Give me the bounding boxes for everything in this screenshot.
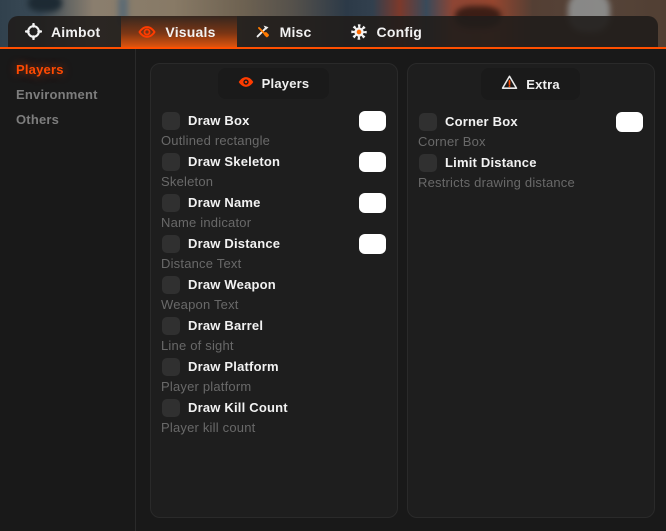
row-description: Skeleton (161, 172, 386, 192)
extra-panel-header: Extra (481, 68, 580, 100)
extra-rows: Corner Box Corner Box Limit Distance Res… (418, 111, 643, 193)
tab-config[interactable]: Config (333, 16, 444, 47)
row-description: Distance Text (161, 254, 386, 274)
row-label: Draw Kill Count (188, 400, 288, 415)
row-description: Name indicator (161, 213, 386, 233)
draw-name-color-swatch[interactable] (359, 193, 386, 213)
warning-icon (501, 74, 518, 94)
sidebar-item-others[interactable]: Others (16, 113, 119, 126)
draw-skeleton-checkbox[interactable] (162, 153, 180, 171)
corner-box-checkbox[interactable] (419, 113, 437, 131)
draw-box-color-swatch[interactable] (359, 111, 386, 131)
row-label: Draw Barrel (188, 318, 263, 333)
crosshair-icon (25, 23, 42, 40)
tab-aimbot[interactable]: Aimbot (8, 16, 121, 47)
row-label: Limit Distance (445, 155, 537, 170)
row-description: Restricts drawing distance (418, 173, 643, 193)
row-description: Weapon Text (161, 295, 386, 315)
tools-icon (254, 23, 271, 40)
row-label: Corner Box (445, 114, 518, 129)
sidebar-item-players[interactable]: Players (16, 63, 119, 76)
row-description: Corner Box (418, 132, 643, 152)
row-description: Player kill count (161, 418, 386, 438)
draw-barrel-checkbox[interactable] (162, 317, 180, 335)
row-corner-box: Corner Box Corner Box (418, 111, 643, 152)
sidebar-item-environment[interactable]: Environment (16, 88, 119, 101)
row-label: Draw Box (188, 113, 250, 128)
players-panel: Players Draw Box Outlined rectangle Draw… (150, 63, 398, 518)
eye-icon (138, 23, 156, 41)
tab-label: Misc (280, 24, 312, 40)
row-label: Draw Platform (188, 359, 279, 374)
row-description: Player platform (161, 377, 386, 397)
row-draw-skeleton: Draw Skeleton Skeleton (161, 151, 386, 192)
gear-icon (350, 23, 368, 41)
row-draw-weapon: Draw Weapon Weapon Text (161, 274, 386, 315)
draw-distance-checkbox[interactable] (162, 235, 180, 253)
draw-box-checkbox[interactable] (162, 112, 180, 130)
row-description: Outlined rectangle (161, 131, 386, 151)
palm-silhouette (28, 0, 62, 12)
row-draw-kill-count: Draw Kill Count Player kill count (161, 397, 386, 438)
tab-label: Config (377, 24, 423, 40)
panel-title: Players (262, 76, 310, 91)
draw-weapon-checkbox[interactable] (162, 276, 180, 294)
draw-platform-checkbox[interactable] (162, 358, 180, 376)
draw-skeleton-color-swatch[interactable] (359, 152, 386, 172)
row-label: Draw Distance (188, 236, 280, 251)
row-draw-name: Draw Name Name indicator (161, 192, 386, 233)
row-limit-distance: Limit Distance Restricts drawing distanc… (418, 152, 643, 193)
row-label: Draw Name (188, 195, 261, 210)
players-panel-header: Players (218, 68, 330, 99)
content-area: Players Environment Others Players (0, 49, 666, 531)
tab-bar: Aimbot Visuals Misc (8, 16, 658, 47)
row-draw-barrel: Draw Barrel Line of sight (161, 315, 386, 356)
players-rows: Draw Box Outlined rectangle Draw Skeleto… (161, 110, 386, 438)
tab-visuals[interactable]: Visuals (121, 16, 236, 47)
panel-title: Extra (526, 77, 560, 92)
tab-label: Aimbot (51, 24, 100, 40)
draw-distance-color-swatch[interactable] (359, 234, 386, 254)
row-description: Line of sight (161, 336, 386, 356)
draw-name-checkbox[interactable] (162, 194, 180, 212)
extra-panel: Extra Corner Box Corner Box Limit Distan… (407, 63, 655, 518)
row-draw-box: Draw Box Outlined rectangle (161, 110, 386, 151)
draw-kill-count-checkbox[interactable] (162, 399, 180, 417)
row-label: Draw Skeleton (188, 154, 280, 169)
limit-distance-checkbox[interactable] (419, 154, 437, 172)
row-draw-distance: Draw Distance Distance Text (161, 233, 386, 274)
tab-misc[interactable]: Misc (237, 16, 333, 47)
sidebar: Players Environment Others (0, 49, 136, 531)
tab-label: Visuals (165, 24, 215, 40)
eye-icon (238, 74, 254, 93)
row-draw-platform: Draw Platform Player platform (161, 356, 386, 397)
main-area: Players Draw Box Outlined rectangle Draw… (136, 49, 666, 531)
row-label: Draw Weapon (188, 277, 276, 292)
corner-box-color-swatch[interactable] (616, 112, 643, 132)
